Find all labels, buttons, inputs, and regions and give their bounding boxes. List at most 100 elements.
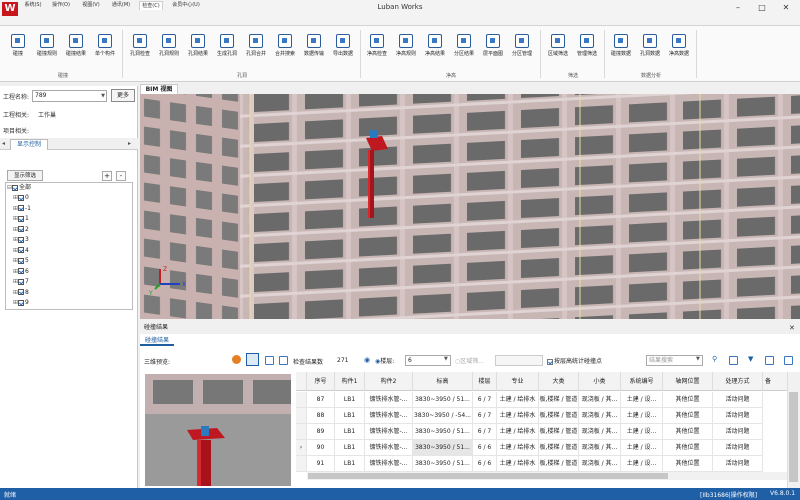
column-header-system-code[interactable]: 系统编号	[621, 372, 663, 391]
camera-icon[interactable]	[265, 356, 274, 365]
table-cell-handling[interactable]: 活动问题	[713, 392, 763, 408]
eye-icon[interactable]: ◉	[364, 356, 370, 364]
row-selector[interactable]	[296, 408, 307, 424]
color-icon[interactable]	[232, 355, 241, 364]
column-header-subcategory[interactable]: 小类	[579, 372, 621, 391]
clearance-results-button[interactable]: 净高结果	[421, 30, 449, 70]
table-cell-component2[interactable]: 镀铁排水管-...	[365, 456, 413, 472]
maximize-button[interactable]: □	[752, 2, 772, 14]
tree-item[interactable]: ⊞ 6	[13, 267, 29, 277]
table-cell-grid-position[interactable]: 其他位置	[663, 440, 713, 456]
table-cell-component1[interactable]: LB1	[335, 392, 365, 408]
tree-item[interactable]: ⊞ 4	[13, 246, 29, 256]
column-header-index[interactable]: 序号	[307, 372, 335, 391]
table-cell-grid-position[interactable]: 其他位置	[663, 456, 713, 472]
data-transfer-button[interactable]: 数据传输	[300, 30, 328, 70]
project-name-select[interactable]: 789	[32, 90, 107, 102]
bim-3d-viewport[interactable]: Z X Y	[140, 94, 800, 319]
clearance-data-button[interactable]: 净高数据	[665, 30, 693, 70]
table-cell-discipline[interactable]: 土建 / 给排水	[497, 424, 539, 440]
zone-results-button[interactable]: 分区结果	[450, 30, 478, 70]
table-cell-category[interactable]: 板,楼梯 / 管道	[539, 408, 579, 424]
table-cell-elevation[interactable]: 3830~3950 / 51...	[413, 392, 473, 408]
table-cell-subcategory[interactable]: 现浇板 / 其...	[579, 392, 621, 408]
table-cell-discipline[interactable]: 土建 / 给排水	[497, 440, 539, 456]
table-cell-elevation[interactable]: 3830~3950 / 51...	[413, 424, 473, 440]
export-data-button[interactable]: 导出数据	[329, 30, 357, 70]
table-cell-component1[interactable]: LB1	[335, 440, 365, 456]
hole-check-button[interactable]: 孔洞检查	[126, 30, 154, 70]
tab-bim-view[interactable]: BIM 视图	[140, 84, 178, 94]
table-cell-elevation[interactable]: 3830~3950 / -54...	[413, 408, 473, 424]
image-icon[interactable]	[279, 356, 288, 365]
menu-check[interactable]: 检查(C)	[139, 1, 163, 10]
table-cell-index[interactable]: 90	[307, 440, 335, 456]
table-cell-component2[interactable]: 镀铁排水管-...	[365, 408, 413, 424]
tab-scroll-left-icon[interactable]: ◂	[2, 140, 5, 147]
table-cell-grid-position[interactable]: 其他位置	[663, 424, 713, 440]
table-cell-floor[interactable]: 6 / 7	[473, 392, 497, 408]
menu-operation[interactable]: 操作(O)	[50, 1, 72, 10]
table-cell-discipline[interactable]: 土建 / 给排水	[497, 392, 539, 408]
row-selector[interactable]	[296, 456, 307, 472]
table-cell-index[interactable]: 91	[307, 456, 335, 472]
zone-select[interactable]	[495, 355, 543, 366]
hole-merge-button[interactable]: 孔洞合并	[242, 30, 270, 70]
scrollbar-thumb[interactable]	[308, 473, 668, 479]
table-cell-component1[interactable]: LB1	[335, 424, 365, 440]
table-cell-system-code[interactable]: 土建 / 设...	[621, 408, 663, 424]
table-cell-handling[interactable]: 活动问题	[713, 456, 763, 472]
table-cell-elevation[interactable]: 3830~3950 / 51...	[413, 456, 473, 472]
generate-hole-button[interactable]: 生成孔洞	[213, 30, 241, 70]
table-cell-system-code[interactable]: 土建 / 设...	[621, 440, 663, 456]
table-cell-subcategory[interactable]: 现浇板 / 其...	[579, 408, 621, 424]
menu-member-center[interactable]: 会员中心(U)	[170, 1, 202, 10]
table-cell-elevation[interactable]: 3830~3950 / 51...	[413, 440, 473, 456]
column-header-discipline[interactable]: 专业	[497, 372, 539, 391]
row-selector[interactable]: ›	[296, 440, 307, 456]
table-cell-floor[interactable]: 6 / 7	[473, 424, 497, 440]
column-header-elevation[interactable]: 标高	[413, 372, 473, 391]
table-cell-component1[interactable]: LB1	[335, 408, 365, 424]
fit-view-icon[interactable]	[246, 353, 259, 366]
collision-results-button[interactable]: 碰撞结果	[62, 30, 90, 70]
table-cell-grid-position[interactable]: 其他位置	[663, 392, 713, 408]
table-cell-category[interactable]: 板,楼梯 / 管道	[539, 392, 579, 408]
table-cell-discipline[interactable]: 土建 / 给排水	[497, 408, 539, 424]
minimize-button[interactable]: –	[728, 2, 748, 14]
scrollbar-thumb[interactable]	[789, 392, 798, 482]
preview-3d-viewport[interactable]	[145, 374, 291, 486]
column-header-handling[interactable]: 处理方式	[713, 372, 763, 391]
row-selector[interactable]	[296, 424, 307, 440]
table-cell-subcategory[interactable]: 现浇板 / 其...	[579, 440, 621, 456]
clearance-rules-button[interactable]: 净高规则	[392, 30, 420, 70]
tab-collision-results[interactable]: 碰撞结果	[140, 336, 174, 346]
floor-plan-button[interactable]: 层平面图	[479, 30, 507, 70]
table-cell-floor[interactable]: 6 / 6	[473, 440, 497, 456]
zone-manage-button[interactable]: 分区管理	[508, 30, 536, 70]
chevron-down-icon[interactable]: ▼	[696, 356, 700, 362]
table-cell-category[interactable]: 板,楼梯 / 管道	[539, 456, 579, 472]
table-cell-category[interactable]: 板,楼梯 / 管道	[539, 440, 579, 456]
column-header-component1[interactable]: 构件1	[335, 372, 365, 391]
merge-search-button[interactable]: 合并搜索	[271, 30, 299, 70]
remove-button[interactable]: -	[116, 171, 126, 181]
filter-icon[interactable]: ▼	[748, 355, 753, 363]
table-cell-floor[interactable]: 6 / 7	[473, 408, 497, 424]
tree-item-all[interactable]: ⊟ 全部	[7, 183, 31, 193]
table-cell-component2[interactable]: 镀铁排水管-...	[365, 392, 413, 408]
column-header-category[interactable]: 大类	[539, 372, 579, 391]
manage-filter-button[interactable]: 管理筛选	[573, 30, 601, 70]
column-header-grid-position[interactable]: 轴网位置	[663, 372, 713, 391]
save-icon[interactable]	[784, 356, 793, 365]
single-component-button[interactable]: 单个构件	[91, 30, 119, 70]
result-search-input[interactable]: 结果搜索	[646, 355, 703, 366]
table-cell-system-code[interactable]: 土建 / 设...	[621, 392, 663, 408]
tree-item[interactable]: ⊞ 1	[13, 214, 29, 224]
tree-item[interactable]: ⊞ 9	[13, 298, 29, 308]
close-button[interactable]: ✕	[776, 2, 796, 14]
chevron-down-icon[interactable]: ▼	[444, 356, 448, 362]
clearance-check-button[interactable]: 净高检查	[363, 30, 391, 70]
menu-system[interactable]: 系统(S)	[22, 1, 44, 10]
tree-item[interactable]: ⊞ 2	[13, 225, 29, 235]
